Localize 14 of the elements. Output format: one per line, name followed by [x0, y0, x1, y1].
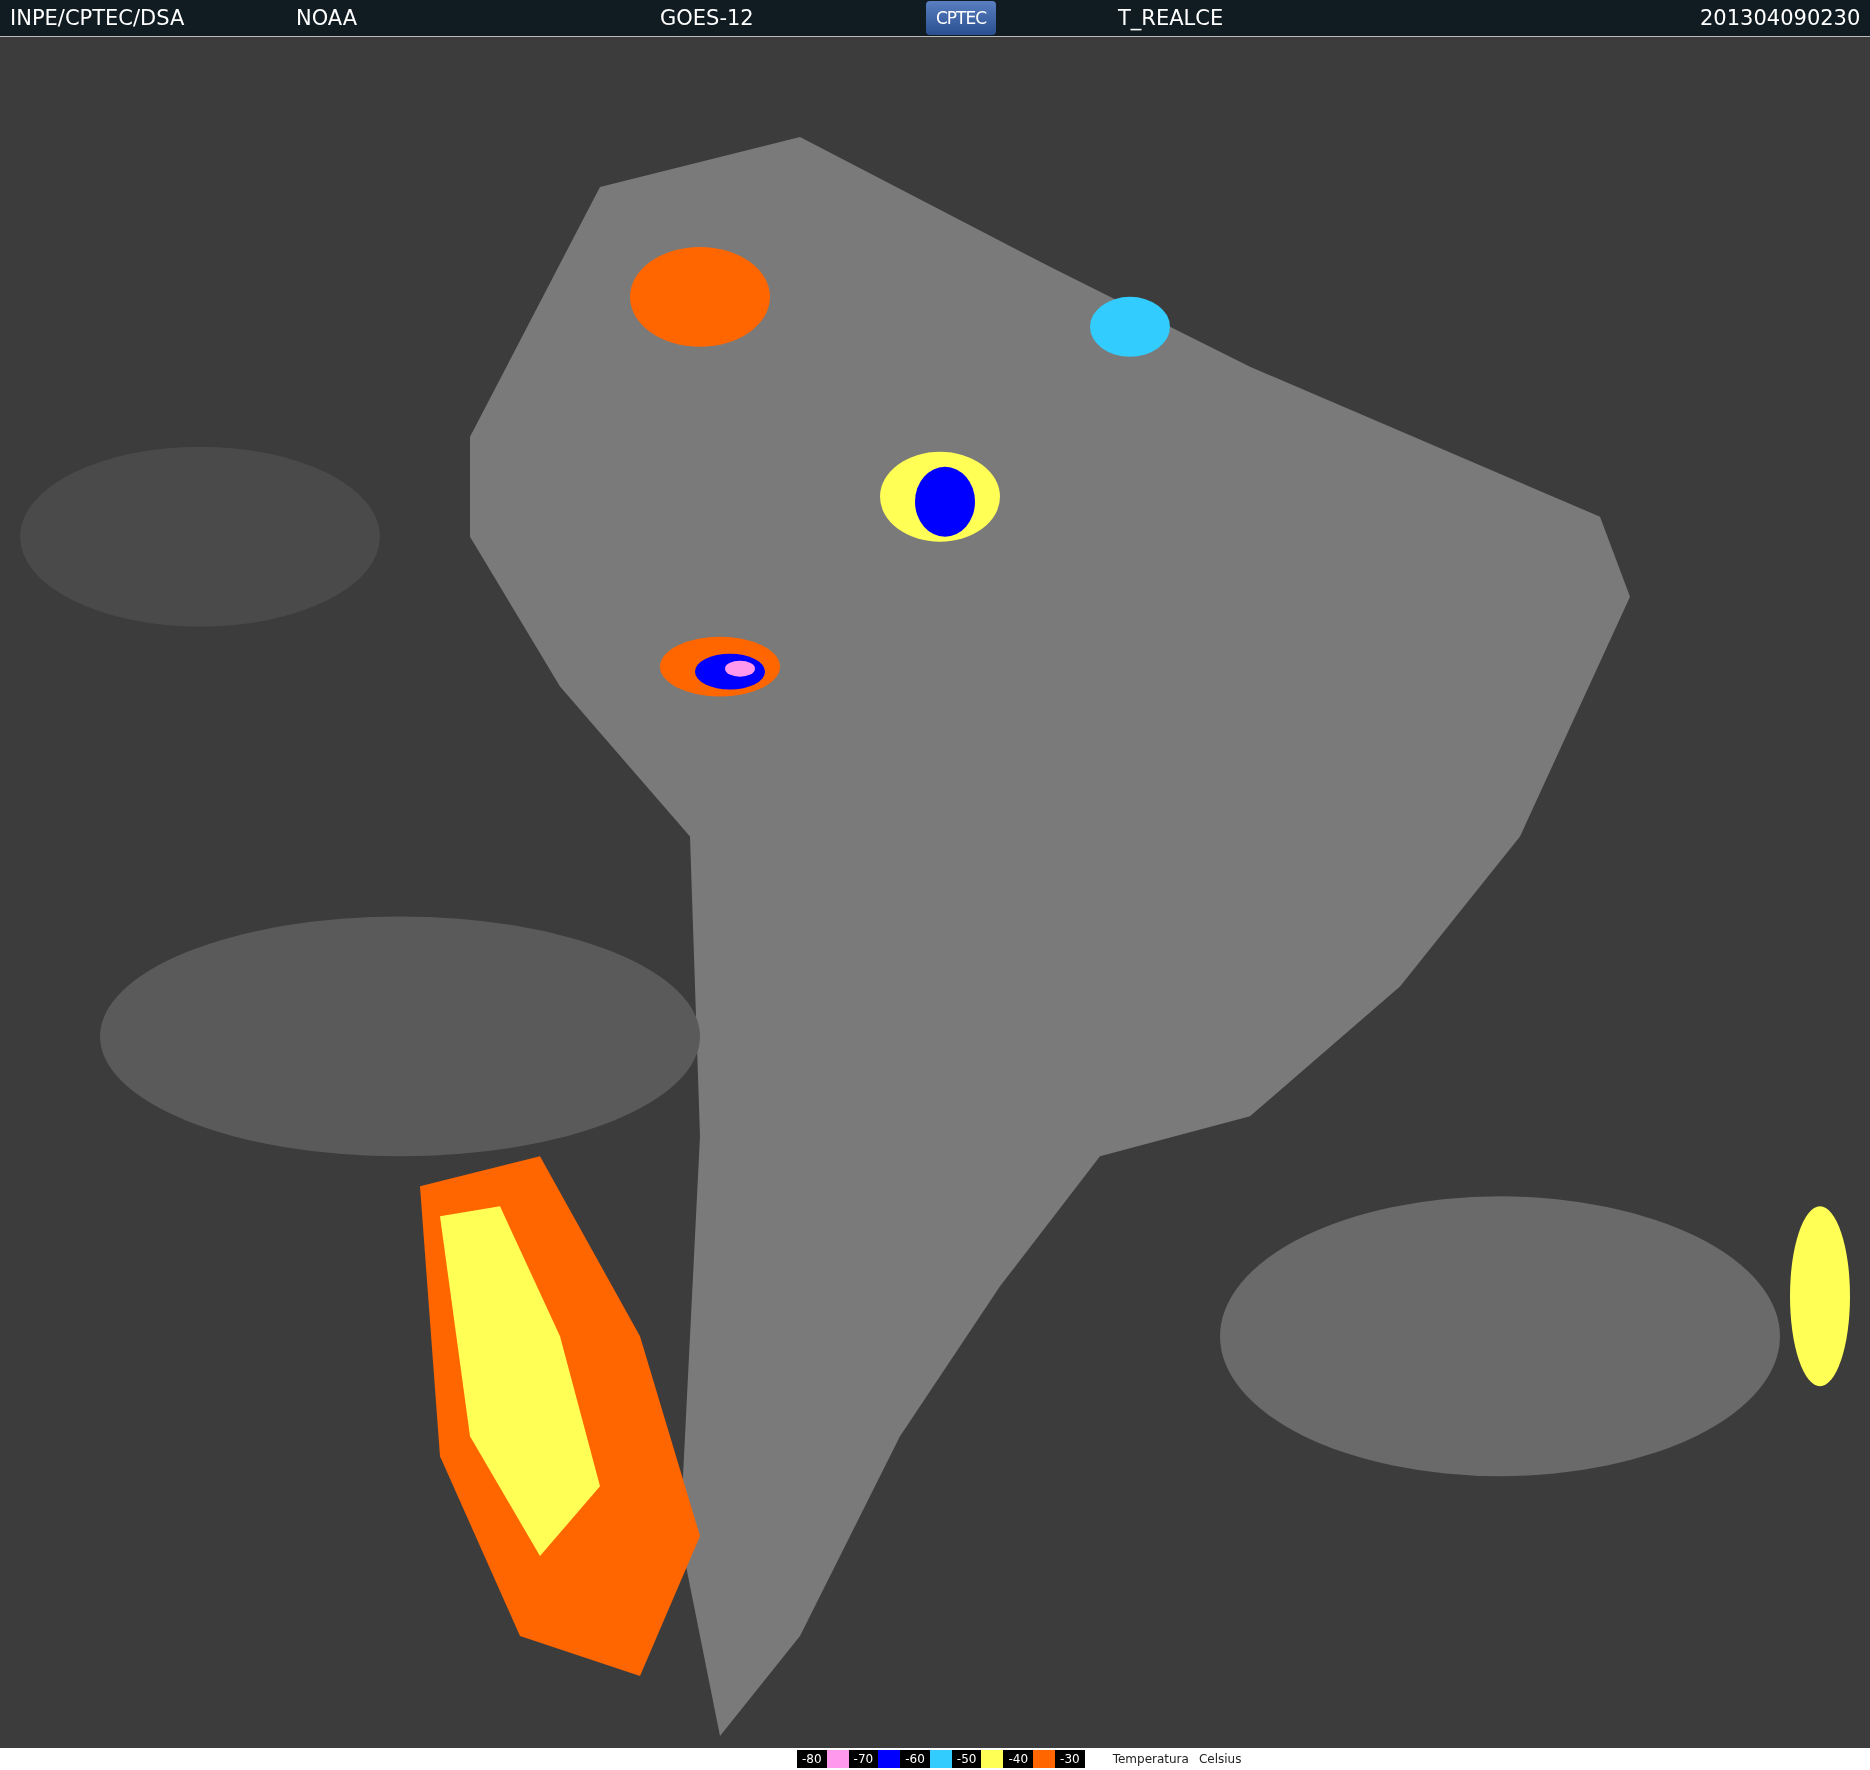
legend-value: -70 [848, 1750, 879, 1768]
legend-value: -50 [951, 1750, 982, 1768]
legend-value: -80 [797, 1750, 827, 1768]
agency-label: NOAA [296, 6, 359, 30]
product-label: T_REALCE [1118, 6, 1225, 30]
legend-value: -60 [900, 1750, 930, 1768]
satellite-label: GOES-12 [660, 6, 755, 30]
legend-caption: Temperatura [1112, 1752, 1189, 1766]
legend-unit: Celsius [1198, 1752, 1242, 1766]
timestamp: 201304090230 [1700, 6, 1862, 30]
legend-value: -30 [1055, 1750, 1085, 1768]
logo: CPTEC [926, 1, 996, 35]
legend-value: -40 [1003, 1750, 1034, 1768]
source-label: INPE/CPTEC/DSA [10, 6, 186, 30]
